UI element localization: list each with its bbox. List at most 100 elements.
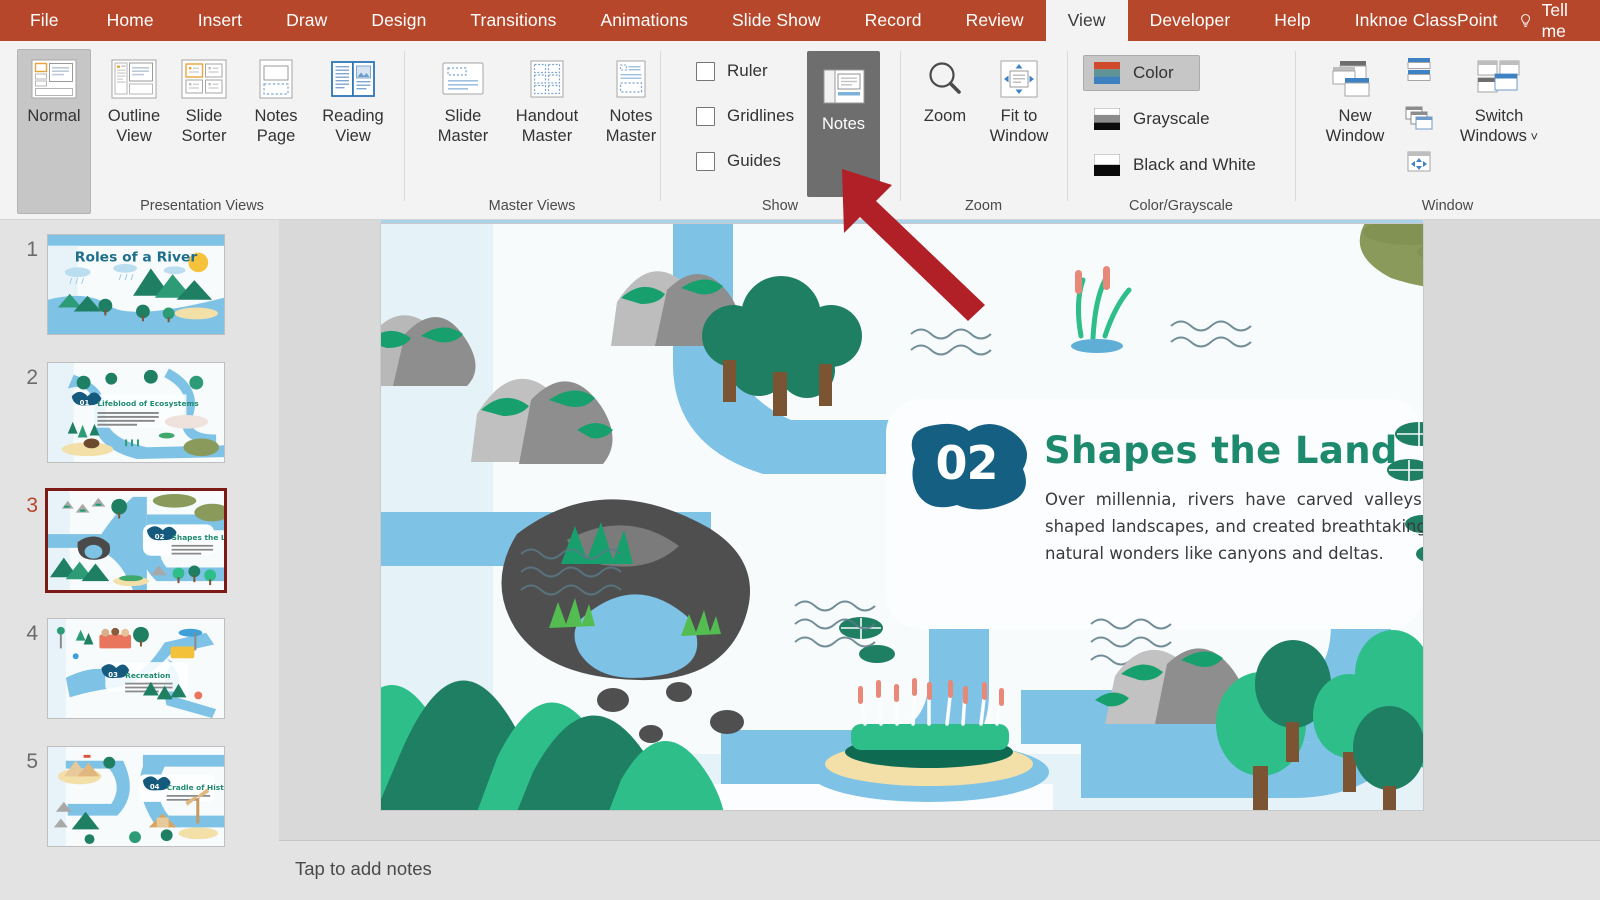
cascade-button[interactable] [1402,104,1436,139]
tab-label: Record [864,10,922,30]
button-label-2: Window [989,127,1049,145]
group-label-window: Window [1421,198,1474,214]
grayscale-swatch-icon [1094,108,1120,130]
slide-thumbnail-pane[interactable]: 1 Roles of a River 2 01 Lifeblood of Eco… [0,220,279,900]
zoom-button[interactable]: Zoom [912,49,978,133]
button-label: Slide [444,107,482,125]
button-label: Switch [1474,107,1524,125]
tab-review[interactable]: Review [944,0,1046,41]
tab-view[interactable]: View [1045,0,1128,41]
reading-view-button[interactable]: Reading View [315,49,391,153]
notes-placeholder[interactable]: Tap to add notes [295,858,432,880]
tab-inknoe-classpoint[interactable]: Inknoe ClassPoint [1333,0,1520,41]
lightbulb-icon [1521,13,1531,27]
black-and-white-mode-button[interactable]: Black and White [1083,147,1271,183]
button-label-2: Window [1325,127,1385,145]
outline-view-icon [111,59,157,99]
ruler-checkbox-row[interactable]: Ruler [696,61,768,81]
ribbon-group-presentation-views: Normal Outline View Slide Sorter Notes P… [0,41,404,220]
button-label: Outline [107,107,161,125]
ribbon-group-show: Ruler Gridlines Guides Notes Show [660,41,900,220]
gridlines-checkbox[interactable] [696,106,715,126]
tab-label: View [1067,10,1106,30]
tab-transitions[interactable]: Transitions [448,0,578,41]
group-label-zoom: Zoom [964,198,1003,214]
grayscale-mode-label: Grayscale [1133,109,1210,128]
tab-animations[interactable]: Animations [578,0,710,41]
svg-text:02: 02 [155,533,165,541]
ribbon-group-zoom: Zoom Fit to Window Zoom [900,41,1067,220]
svg-text:Recreation: Recreation [125,671,170,680]
thumbnail-image[interactable]: 03 Recreation [47,618,225,719]
thumbnail-image[interactable]: Roles of a River [47,234,225,335]
fit-to-window-button[interactable]: Fit to Window [980,49,1058,153]
button-label-2: Master [605,127,657,145]
group-separator [1067,51,1068,201]
thumbnail-slide-3[interactable]: 3 02 Shapes the [0,488,279,618]
slide-master-button[interactable]: Slide Master [426,49,500,153]
outline-view-button[interactable]: Outline View [96,49,172,153]
thumbnail-slide-1[interactable]: 1 Roles of a River [0,234,279,362]
switch-windows-button[interactable]: Switch Windows ˅ [1452,49,1546,154]
svg-text:Lifeblood of Ecosystems: Lifeblood of Ecosystems [97,399,199,408]
tab-draw[interactable]: Draw [264,0,349,41]
thumbnail-slide-2[interactable]: 2 01 Lifeblood of Ecosystems [0,362,279,490]
guides-checkbox[interactable] [696,151,715,171]
slide-title: Shapes the Land [1044,429,1398,472]
arrange-all-button[interactable] [1402,56,1436,91]
slide-sorter-icon [181,59,227,99]
thumbnail-number: 5 [26,750,38,773]
thumbnail-number: 1 [26,238,38,261]
button-label: Normal [27,107,81,125]
move-split-button[interactable] [1402,149,1436,184]
new-window-button[interactable]: New Window [1315,49,1395,153]
slide-body-text: Over millennia, rivers have carved valle… [1045,490,1423,563]
tab-design[interactable]: Design [349,0,448,41]
tab-file[interactable]: File [0,0,85,41]
thumbnail-slide-4[interactable]: 4 03 Recreation [0,618,279,746]
button-label-2: Master [521,127,573,145]
black-white-swatch-icon [1094,154,1120,176]
svg-text:01: 01 [80,399,90,407]
tab-developer[interactable]: Developer [1128,0,1253,41]
gridlines-checkbox-row[interactable]: Gridlines [696,106,794,126]
color-swatch-icon [1094,62,1120,84]
notes-master-button[interactable]: Notes Master [594,49,668,153]
thumbnail-number: 2 [26,366,38,389]
normal-view-icon [31,59,77,99]
current-slide-canvas[interactable]: 02 Shapes the Land Over millennia, river… [381,224,1423,810]
guides-checkbox-row[interactable]: Guides [696,151,781,171]
normal-view-button[interactable]: Normal [17,49,91,214]
thumbnail-image[interactable]: 01 Lifeblood of Ecosystems [47,362,225,463]
ruler-checkbox[interactable] [696,61,715,81]
color-mode-button[interactable]: Color [1083,55,1200,91]
tab-label: Home [106,10,154,30]
button-label: Fit to [1000,107,1038,125]
gridlines-label: Gridlines [727,106,795,125]
button-label-2: View [335,127,371,145]
thumbnail-slide-5[interactable]: 5 04 Cradle of History [0,746,279,874]
tab-help[interactable]: Help [1252,0,1332,41]
notes-page-button[interactable]: Notes Page [243,49,309,153]
tab-insert[interactable]: Insert [176,0,264,41]
notes-pane-icon [823,69,864,104]
thumbnail-image[interactable]: 02 Shapes the Land [45,488,227,593]
slide-sorter-button[interactable]: Slide Sorter [172,49,236,153]
arrange-all-icon [1407,58,1431,81]
tab-home[interactable]: Home [85,0,176,41]
tab-label: Review [965,10,1024,30]
tab-slide-show[interactable]: Slide Show [710,0,843,41]
badge-number: 02 [935,436,998,490]
group-separator [1295,51,1296,201]
tell-me-search[interactable]: Tell me [1519,0,1600,41]
tab-record[interactable]: Record [843,0,944,41]
button-label-2: View [116,127,152,145]
tell-me-label: Tell me [1541,0,1568,41]
notes-pane[interactable]: Tap to add notes [279,840,1600,900]
notes-toggle-button[interactable]: Notes [807,51,880,197]
grayscale-mode-button[interactable]: Grayscale [1083,101,1225,137]
handout-master-button[interactable]: Handout Master [501,49,593,153]
button-label: Notes [609,107,653,125]
notes-page-icon [259,59,293,99]
thumbnail-image[interactable]: 04 Cradle of History [47,746,225,847]
